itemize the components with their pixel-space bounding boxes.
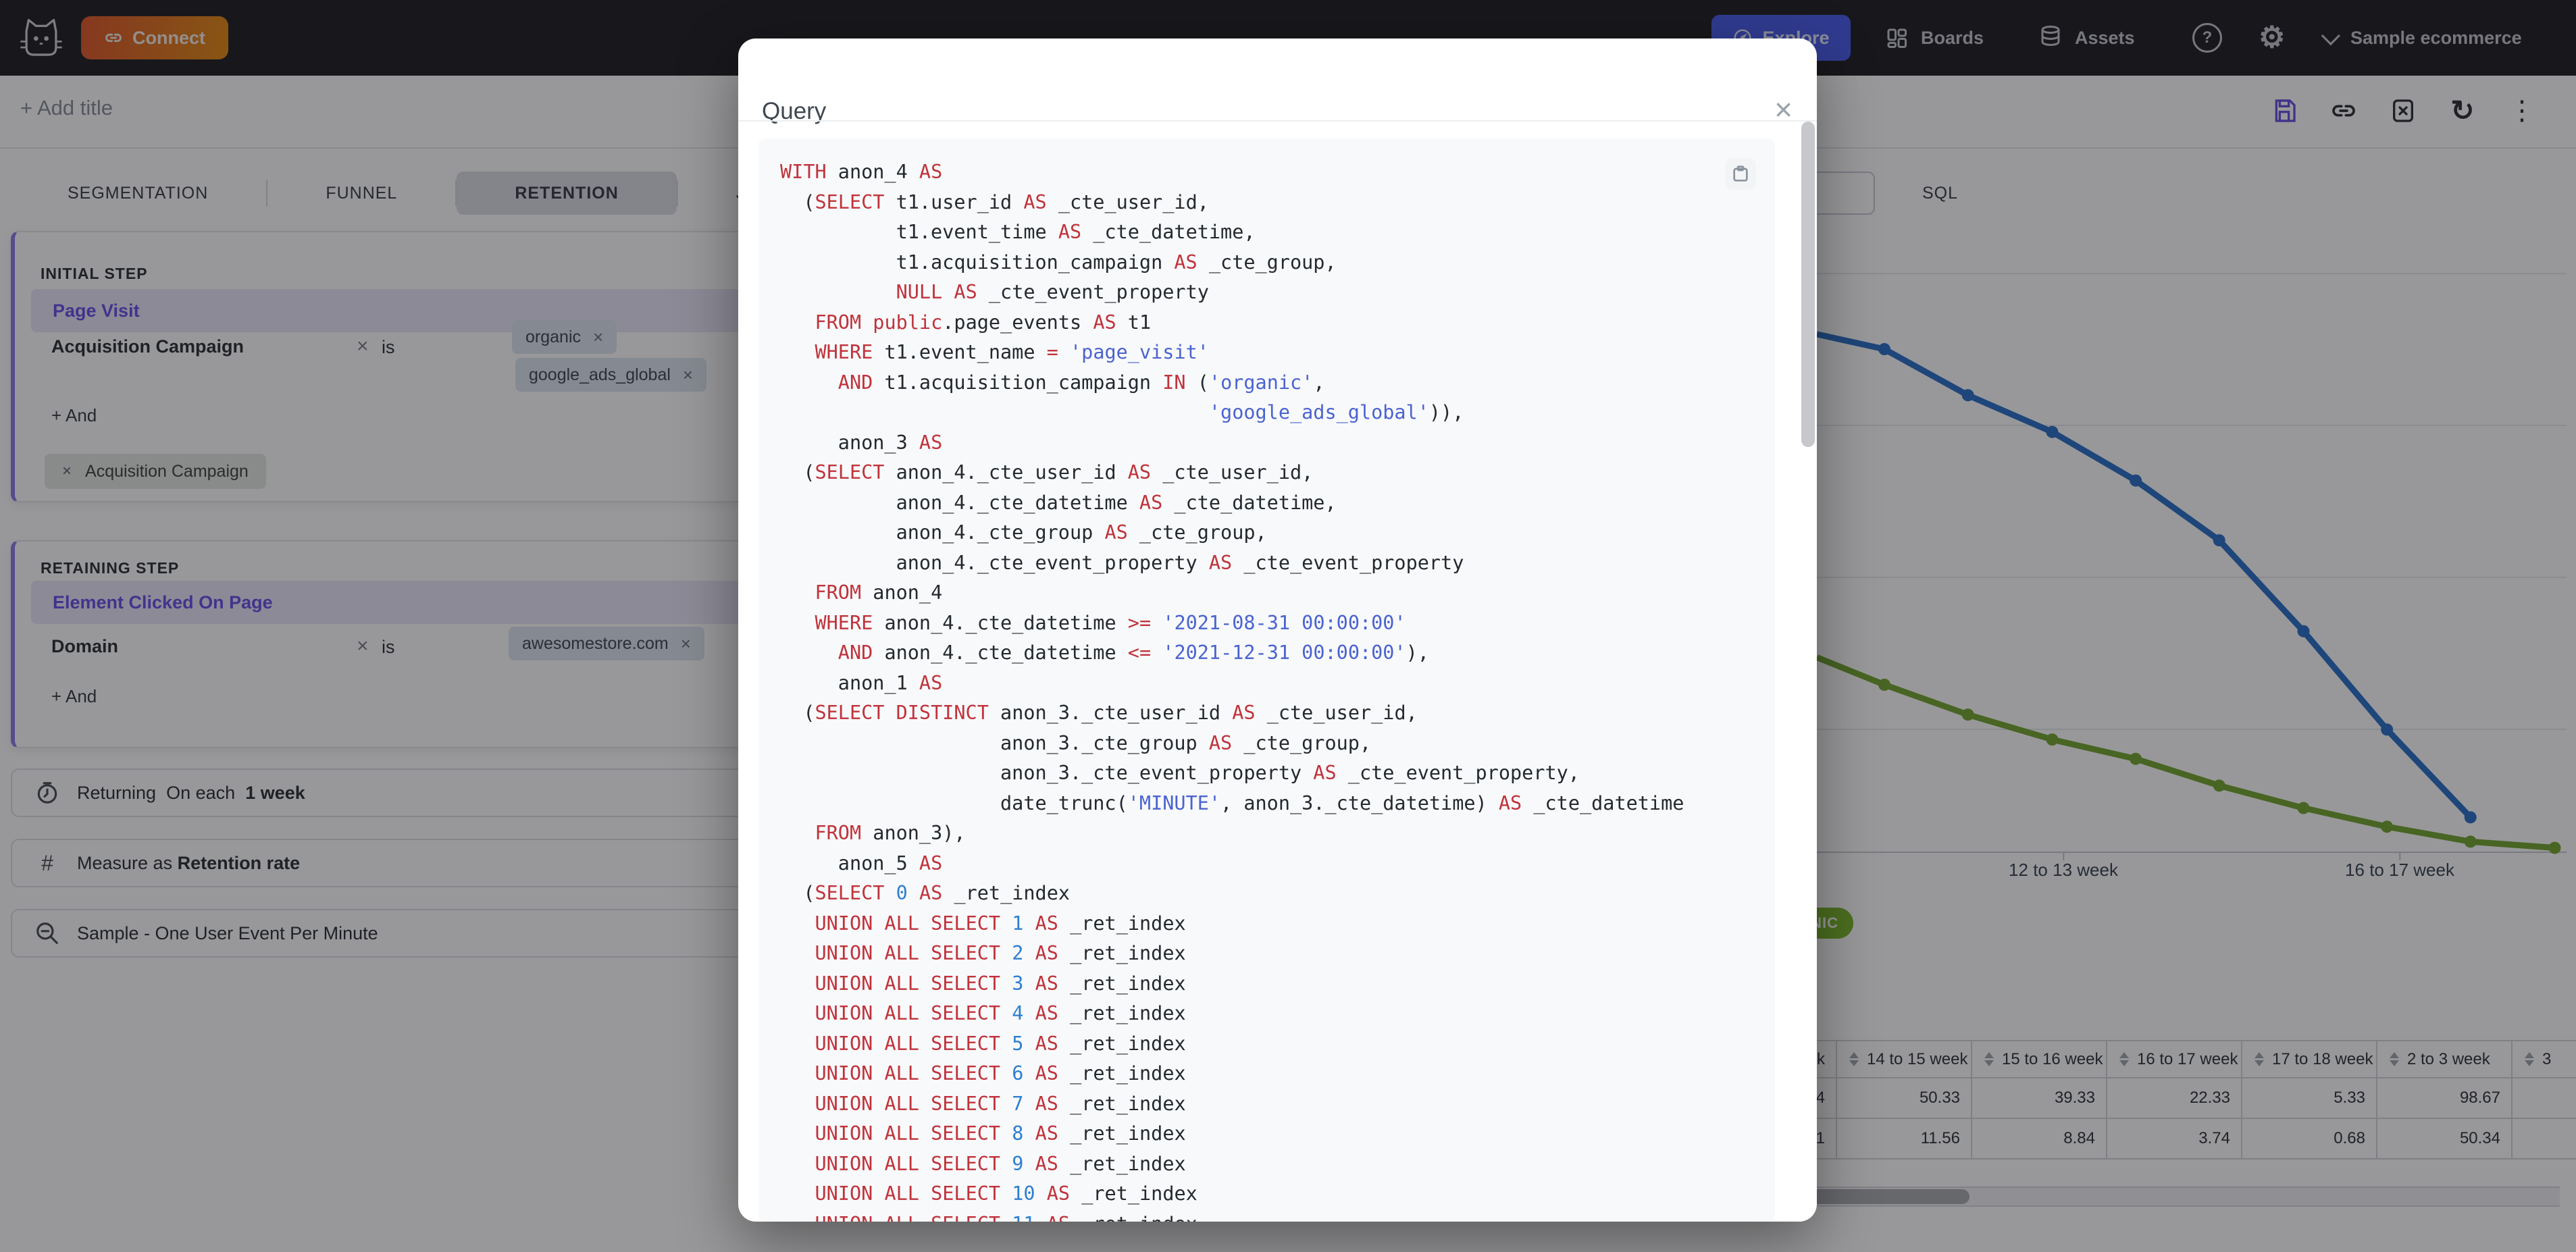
sql-code-line: AND t1.acquisition_campaign IN ('organic…: [838, 371, 1325, 394]
sql-code-line: 'google_ads_global')),: [1208, 401, 1464, 423]
sql-code-line: (SELECT t1.user_id AS _cte_user_id,: [780, 190, 1209, 213]
sql-code-line: anon_1 AS: [780, 671, 943, 694]
sql-code-line: UNION ALL SELECT 10 AS _ret_index: [815, 1182, 1197, 1205]
sql-code-line: (SELECT anon_4._cte_user_id AS _cte_user…: [780, 461, 1314, 484]
sql-code-line: UNION ALL SELECT 2 AS _ret_index: [815, 942, 1186, 964]
sql-code-line: (SELECT DISTINCT anon_3._cte_user_id AS …: [780, 702, 1418, 724]
sql-code-line: anon_5 AS: [780, 852, 943, 875]
sql-code-line: t1.acquisition_campaign AS _cte_group,: [780, 251, 1337, 273]
sql-code-line: FROM anon_3),: [815, 822, 966, 844]
sql-code-block: WITH anon_4 AS (SELECT t1.user_id AS _ct…: [758, 138, 1775, 1222]
sql-code-line: t1.event_time AS _cte_datetime,: [780, 221, 1256, 243]
sql-code-line: anon_4._cte_event_property AS _cte_event…: [780, 551, 1464, 574]
sql-code-line: WHERE anon_4._cte_datetime >= '2021-08-3…: [815, 611, 1406, 634]
copy-icon[interactable]: [1725, 159, 1756, 190]
modal-divider: [738, 120, 1817, 122]
modal-scrollbar-thumb[interactable]: [1801, 122, 1815, 447]
sql-code-line: UNION ALL SELECT 9 AS _ret_index: [815, 1152, 1186, 1175]
sql-code-line: NULL AS _cte_event_property: [896, 281, 1209, 303]
sql-code-line: anon_3._cte_group AS _cte_group,: [780, 731, 1372, 754]
sql-code-line: date_trunc('MINUTE', anon_3._cte_datetim…: [780, 791, 1684, 814]
sql-code-line: UNION ALL SELECT 1 AS _ret_index: [815, 912, 1186, 935]
sql-code-line: UNION ALL SELECT 5 AS _ret_index: [815, 1032, 1186, 1055]
sql-code-line: UNION ALL SELECT 4 AS _ret_index: [815, 1002, 1186, 1024]
sql-code-line: UNION ALL SELECT 8 AS _ret_index: [815, 1122, 1186, 1145]
sql-code-line: UNION ALL SELECT 11 AS _ret_index: [780, 1209, 1684, 1222]
sql-code-line: anon_4._cte_group AS _cte_group,: [780, 521, 1267, 544]
sql-code-line: anon_3 AS: [780, 431, 943, 454]
sql-code-line: (SELECT 0 AS _ret_index: [780, 882, 1071, 904]
sql-code-line: UNION ALL SELECT 6 AS _ret_index: [815, 1062, 1186, 1085]
sql-code: WITH anon_4 AS (SELECT t1.user_id AS _ct…: [780, 157, 1684, 1222]
sql-code-line: UNION ALL SELECT 7 AS _ret_index: [815, 1092, 1186, 1115]
sql-code-line: FROM anon_4: [815, 581, 943, 604]
app-root: Connect Explore Boards Assets ? ⚙ Sample…: [0, 0, 2576, 1252]
sql-code-line: WHERE t1.event_name = 'page_visit': [815, 341, 1209, 363]
sql-code-line: UNION ALL SELECT 3 AS _ret_index: [815, 972, 1186, 995]
sql-code-line: WITH anon_4 AS: [780, 161, 943, 183]
sql-code-line: anon_3._cte_event_property AS _cte_event…: [780, 762, 1580, 784]
query-modal: Query × WITH anon_4 AS (SELECT t1.user_i…: [738, 38, 1817, 1222]
sql-code-line: AND anon_4._cte_datetime <= '2021-12-31 …: [838, 642, 1429, 664]
sql-code-line: FROM public.page_events AS t1: [815, 311, 1152, 334]
sql-code-line: anon_4._cte_datetime AS _cte_datetime,: [780, 491, 1337, 514]
